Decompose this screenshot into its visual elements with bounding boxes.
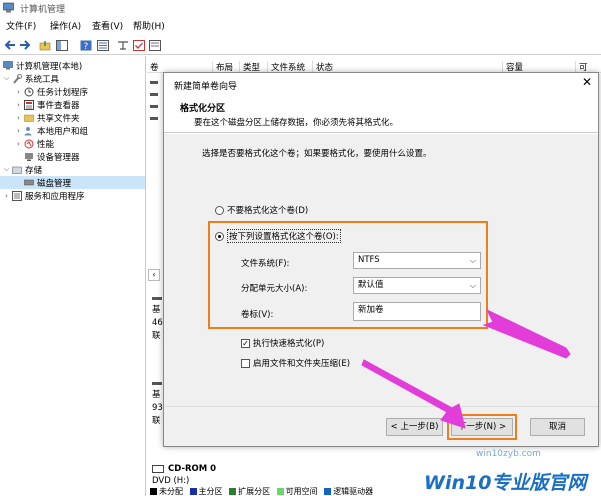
arrow-to-next-button [361,359,466,429]
arrow-to-volume-label [482,308,571,359]
watermark-brand: Win10专业版官网 [424,472,587,494]
watermark-site: win10zyb.com [476,449,541,459]
annotation-arrows [361,308,571,429]
